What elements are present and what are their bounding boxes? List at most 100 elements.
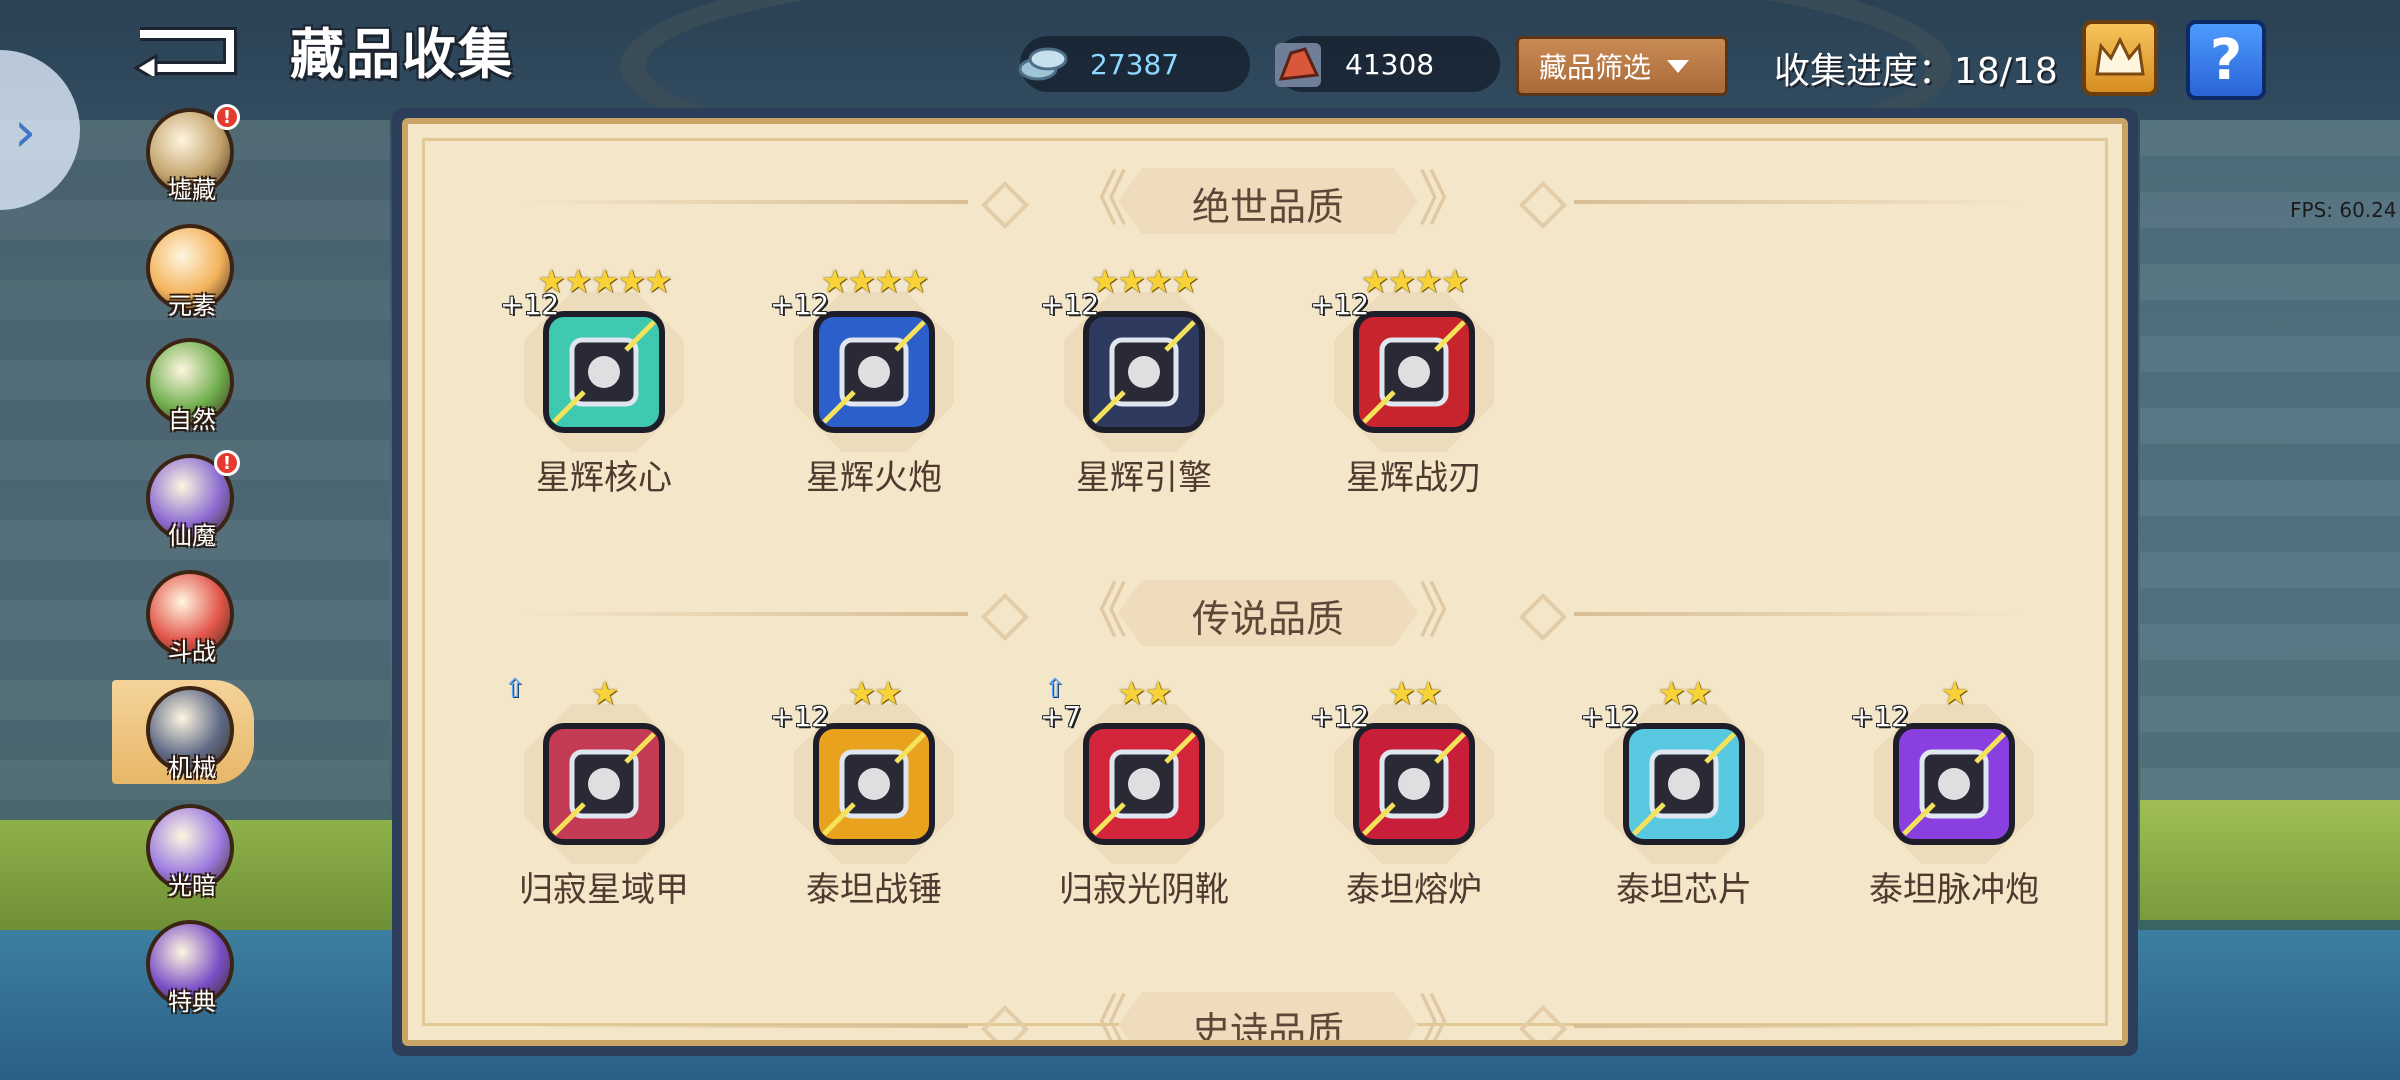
item-level: +12 — [1850, 700, 1910, 733]
section-title: 史诗品质 — [1191, 1009, 1344, 1046]
titan-furnace-icon — [1353, 723, 1475, 845]
upgrade-arrow-icon: ⇧ — [504, 674, 526, 704]
item-name: 星辉引擎 — [1076, 458, 1212, 498]
titan-pulse-cannon-icon — [1893, 723, 2015, 845]
header-line-right — [1574, 1024, 2024, 1028]
currency-coins: 27387 — [1018, 36, 1250, 92]
collection-item[interactable]: ★★★★ +12 星辉火炮 — [764, 262, 984, 502]
collection-panel: 《》绝世品质 ★★★★★ +12 星辉核心 ★★★★ +12 星辉火炮 ★★★★ +12 星辉引擎… — [402, 118, 2128, 1046]
item-name: 泰坦战锤 — [806, 870, 942, 910]
item-level: +12 — [770, 700, 830, 733]
category-label: 机械 — [168, 754, 216, 782]
item-level: +12 — [1580, 700, 1640, 733]
category-6[interactable]: 机械 — [146, 686, 238, 786]
collection-progress: 收集进度：18/18 — [1774, 51, 2058, 92]
category-label: 光暗 — [168, 872, 216, 900]
item-name: 泰坦熔炉 — [1346, 870, 1482, 910]
chevron-right-ornament-icon: 》 — [1418, 989, 1478, 1046]
item-level: +12 — [1310, 288, 1370, 321]
category-label: 仙魔 — [168, 522, 216, 550]
category-8[interactable]: 特典 — [146, 920, 238, 1020]
back-arrow-icon — [133, 27, 237, 83]
item-level: +7 — [1040, 700, 1082, 733]
crown-button[interactable] — [2082, 20, 2158, 96]
background-cliff-right — [2140, 120, 2400, 880]
category-4[interactable]: 仙魔! — [146, 450, 240, 554]
collection-item[interactable]: ★★★★ +12 星辉战刃 — [1304, 262, 1524, 502]
ore-amount: 41308 — [1345, 47, 1435, 81]
diamond-ornament-icon — [1518, 592, 1568, 642]
category-3[interactable]: 自然 — [146, 338, 238, 438]
titan-hammer-icon — [813, 723, 935, 845]
category-1[interactable]: 墟藏! — [146, 104, 240, 208]
diamond-ornament-icon — [1518, 180, 1568, 230]
category-label: 墟藏 — [168, 176, 216, 204]
collection-filter-dropdown[interactable]: 藏品筛选 — [1516, 36, 1728, 96]
diamond-ornament-icon — [980, 1004, 1030, 1040]
category-label: 元素 — [168, 292, 216, 320]
currency-ore: 41308 — [1275, 36, 1500, 92]
section-header: 《》传说品质 — [408, 574, 2122, 654]
collection-item[interactable]: ★★ +12 泰坦战锤 — [764, 674, 984, 914]
void-armor-icon — [543, 723, 665, 845]
background-grass-right — [2140, 800, 2400, 920]
ore-icon — [1275, 43, 1321, 87]
category-5[interactable]: 斗战 — [146, 570, 238, 670]
section-title: 绝世品质 — [1191, 185, 1344, 229]
item-level: +12 — [500, 288, 560, 321]
item-name: 归寂星域甲 — [519, 870, 689, 910]
collection-item[interactable]: ★ +12 泰坦脉冲炮 — [1844, 674, 2064, 914]
item-name: 泰坦芯片 — [1616, 870, 1752, 910]
star-rating: ★ — [590, 674, 620, 712]
item-level: +12 — [1310, 700, 1370, 733]
filter-label: 藏品筛选 — [1539, 51, 1652, 84]
coin-amount: 27387 — [1090, 47, 1180, 81]
collection-item[interactable]: ★ ⇧ 归寂星域甲 — [494, 674, 714, 914]
item-name: 归寂光阴靴 — [1059, 870, 1229, 910]
category-label: 自然 — [168, 406, 216, 434]
header-line-left — [518, 200, 968, 204]
collection-item[interactable]: ★★ +12 泰坦熔炉 — [1304, 674, 1524, 914]
alert-badge-icon: ! — [214, 450, 240, 476]
collection-item[interactable]: ★★ ⇧ +7 归寂光阴靴 — [1034, 674, 1254, 914]
header-line-right — [1574, 612, 2024, 616]
void-boots-icon — [1083, 723, 1205, 845]
chevron-right-icon: › — [14, 100, 37, 165]
category-7[interactable]: 光暗 — [146, 804, 238, 904]
section-header: 《》史诗品质 — [408, 986, 2122, 1046]
starlight-core-icon — [543, 311, 665, 433]
chevron-right-ornament-icon: 》 — [1418, 165, 1478, 235]
category-label: 斗战 — [168, 638, 216, 666]
category-2[interactable]: 元素 — [146, 224, 238, 324]
header-line-left — [518, 612, 968, 616]
chevron-right-ornament-icon: 》 — [1418, 577, 1478, 647]
titan-chip-icon — [1623, 723, 1745, 845]
crown-icon — [2095, 36, 2145, 76]
starlight-cannon-icon — [813, 311, 935, 433]
chevron-down-icon — [1667, 59, 1690, 73]
item-name: 星辉火炮 — [806, 458, 942, 498]
fps-counter: FPS: 60.24 — [2290, 198, 2397, 222]
help-button[interactable]: ? — [2186, 20, 2266, 100]
item-name: 泰坦脉冲炮 — [1869, 870, 2039, 910]
item-name: 星辉核心 — [536, 458, 672, 498]
collection-item[interactable]: ★★ +12 泰坦芯片 — [1574, 674, 1794, 914]
page-title: 藏品收集 — [290, 23, 514, 86]
diamond-ornament-icon — [980, 592, 1030, 642]
header-line-left — [518, 1024, 968, 1028]
diamond-ornament-icon — [1518, 1004, 1568, 1040]
item-level: +12 — [770, 288, 830, 321]
header-line-right — [1574, 200, 2024, 204]
coin-stack-icon — [1018, 47, 1068, 81]
diamond-ornament-icon — [980, 180, 1030, 230]
alert-badge-icon: ! — [214, 104, 240, 130]
back-button[interactable] — [130, 16, 240, 83]
item-name: 星辉战刃 — [1346, 458, 1482, 498]
starlight-engine-icon — [1083, 311, 1205, 433]
collection-item[interactable]: ★★★★ +12 星辉引擎 — [1034, 262, 1254, 502]
category-label: 特典 — [168, 988, 216, 1016]
starlight-blade-icon — [1353, 311, 1475, 433]
section-header: 《》绝世品质 — [408, 162, 2122, 242]
collection-item[interactable]: ★★★★★ +12 星辉核心 — [494, 262, 714, 502]
item-level: +12 — [1040, 288, 1100, 321]
